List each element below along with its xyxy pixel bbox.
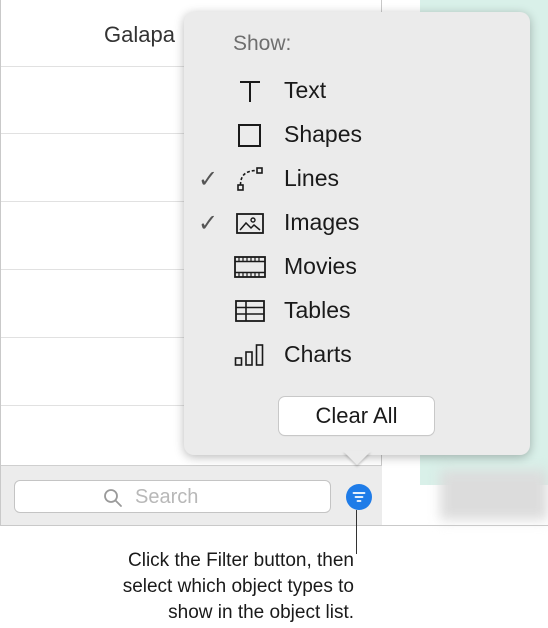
filter-item-label: Text	[284, 77, 327, 103]
filter-popover: Show: Text Shapes ✓ Lines ✓ Images Movie…	[184, 12, 530, 455]
filter-item-label: Lines	[284, 165, 339, 191]
filter-item-label: Charts	[284, 341, 352, 367]
filter-item-tables[interactable]: Tables	[184, 291, 530, 331]
filter-item-charts[interactable]: Charts	[184, 335, 530, 375]
popover-arrow	[343, 451, 371, 465]
movie-icon	[234, 256, 266, 278]
checkmark-icon: ✓	[198, 210, 219, 237]
search-icon	[104, 489, 122, 507]
filter-item-label: Images	[284, 209, 360, 235]
clear-all-button[interactable]: Clear All	[279, 397, 434, 435]
callout-line: Click the Filter button, then	[128, 550, 354, 571]
filter-button[interactable]	[346, 484, 372, 510]
search-placeholder: Search	[135, 486, 199, 508]
filter-item-label: Movies	[284, 253, 357, 279]
filter-icon	[352, 492, 366, 502]
callout-text: Click the Filter button, then select whi…	[24, 548, 354, 626]
divider	[0, 525, 548, 526]
filter-item-shapes[interactable]: Shapes	[184, 115, 530, 155]
callout-line: show in the object list.	[168, 602, 354, 623]
canvas-shadow	[440, 470, 548, 520]
filter-item-text[interactable]: Text	[184, 71, 530, 111]
table-icon	[235, 300, 265, 322]
filter-item-label: Tables	[284, 297, 351, 323]
filter-item-lines[interactable]: ✓ Lines	[184, 159, 530, 199]
image-icon	[236, 213, 264, 234]
checkmark-icon: ✓	[198, 166, 219, 193]
object-list-item-label[interactable]: Galapa	[104, 22, 175, 48]
callout-leader-line	[356, 510, 357, 554]
filter-item-label: Shapes	[284, 121, 363, 147]
shape-icon	[238, 124, 261, 147]
search-input[interactable]: Search	[14, 480, 331, 513]
object-list-footer: Search	[1, 465, 382, 525]
filter-item-movies[interactable]: Movies	[184, 247, 530, 287]
text-icon	[240, 81, 260, 102]
chart-icon	[234, 344, 264, 366]
callout-line: select which object types to	[122, 576, 354, 597]
popover-heading: Show:	[233, 32, 292, 55]
filter-item-images[interactable]: ✓ Images	[184, 203, 530, 243]
line-icon	[237, 167, 263, 191]
